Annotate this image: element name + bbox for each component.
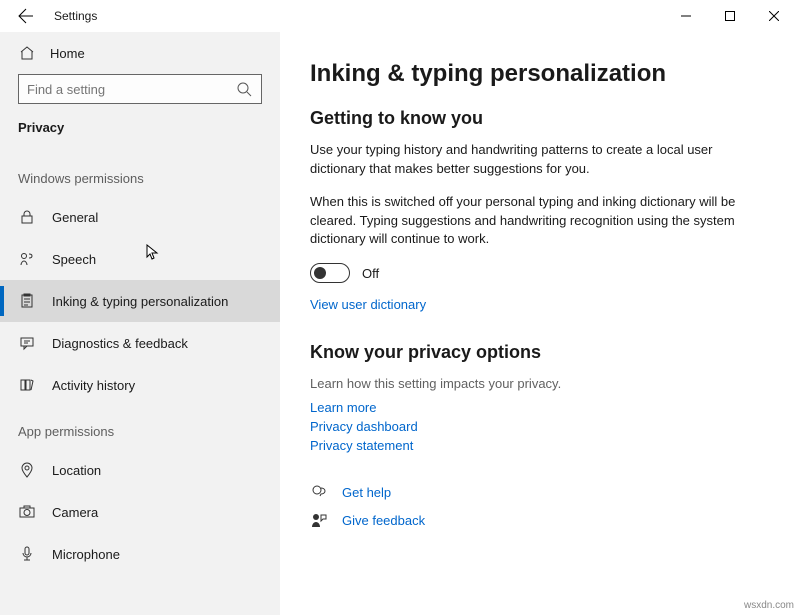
description-text-2: When this is switched off your personal … [310, 193, 750, 250]
nav-label: General [52, 210, 98, 225]
nav-label: Speech [52, 252, 96, 267]
sidebar-item-general[interactable]: General [0, 196, 280, 238]
sidebar-home[interactable]: Home [0, 38, 280, 74]
clipboard-icon [18, 292, 36, 310]
toggle-state-label: Off [362, 266, 379, 281]
minimize-button[interactable] [664, 1, 708, 31]
sidebar-item-microphone[interactable]: Microphone [0, 533, 280, 575]
sidebar-item-inking-typing[interactable]: Inking & typing personalization [0, 280, 280, 322]
search-input[interactable] [27, 82, 235, 97]
section-header-app: App permissions [0, 406, 280, 449]
location-icon [18, 461, 36, 479]
sidebar-item-camera[interactable]: Camera [0, 491, 280, 533]
main-panel: Inking & typing personalization Getting … [280, 32, 800, 615]
nav-label: Camera [52, 505, 98, 520]
link-privacy-dashboard[interactable]: Privacy dashboard [310, 419, 770, 434]
sidebar-item-diagnostics[interactable]: Diagnostics & feedback [0, 322, 280, 364]
link-privacy-statement[interactable]: Privacy statement [310, 438, 770, 453]
link-learn-more[interactable]: Learn more [310, 400, 770, 415]
help-icon [310, 483, 328, 501]
sidebar-item-activity-history[interactable]: Activity history [0, 364, 280, 406]
link-get-help[interactable]: Get help [342, 485, 391, 500]
feedback-icon [18, 334, 36, 352]
search-icon [235, 80, 253, 98]
home-icon [18, 44, 36, 62]
lock-icon [18, 208, 36, 226]
nav-label: Microphone [52, 547, 120, 562]
close-button[interactable] [752, 1, 796, 31]
nav-label: Location [52, 463, 101, 478]
personalization-toggle[interactable] [310, 263, 350, 283]
sidebar-home-label: Home [50, 46, 85, 61]
speech-icon [18, 250, 36, 268]
link-give-feedback[interactable]: Give feedback [342, 513, 425, 528]
nav-label: Activity history [52, 378, 135, 393]
privacy-description: Learn how this setting impacts your priv… [310, 375, 750, 394]
sidebar-item-location[interactable]: Location [0, 449, 280, 491]
camera-icon [18, 503, 36, 521]
link-view-dictionary[interactable]: View user dictionary [310, 297, 770, 312]
back-button[interactable] [14, 7, 38, 25]
search-input-container[interactable] [18, 74, 262, 104]
microphone-icon [18, 545, 36, 563]
history-icon [18, 376, 36, 394]
titlebar: Settings [0, 0, 800, 32]
section-header-windows: Windows permissions [0, 153, 280, 196]
page-title: Inking & typing personalization [310, 60, 770, 88]
window-title: Settings [54, 9, 97, 23]
section-title-getting-to-know: Getting to know you [310, 108, 770, 129]
breadcrumb: Privacy [0, 116, 280, 153]
nav-label: Diagnostics & feedback [52, 336, 188, 351]
feedback-person-icon [310, 511, 328, 529]
sidebar-item-speech[interactable]: Speech [0, 238, 280, 280]
section-title-privacy-options: Know your privacy options [310, 342, 770, 363]
watermark: wsxdn.com [744, 600, 794, 611]
nav-label: Inking & typing personalization [52, 294, 228, 309]
maximize-button[interactable] [708, 1, 752, 31]
description-text: Use your typing history and handwriting … [310, 141, 750, 179]
sidebar: Home Privacy Windows permissions General… [0, 32, 280, 615]
